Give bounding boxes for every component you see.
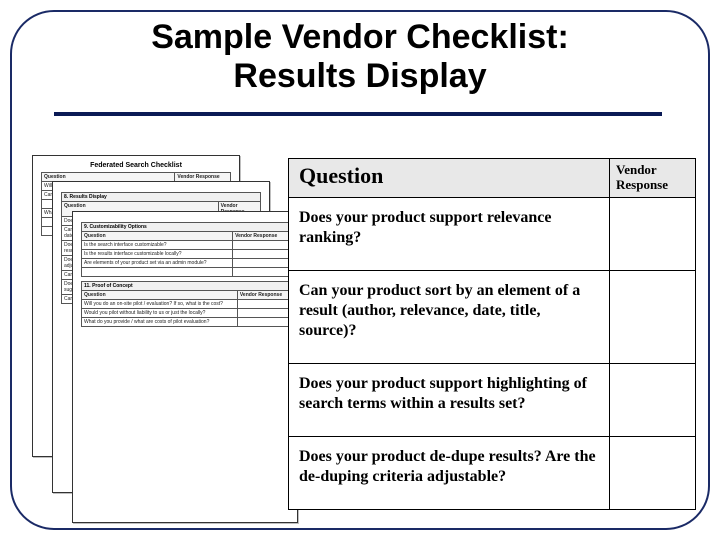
header-question: Question (289, 159, 610, 198)
title-line-2: Results Display (233, 57, 486, 95)
title-underline (54, 112, 662, 116)
front-doc-table-b: QuestionVendor Response Will you do an o… (81, 290, 289, 327)
response-cell (610, 197, 696, 270)
slide-title: Sample Vendor Checklist: Results Display (0, 18, 720, 96)
mid-section-heading: 8. Results Display (61, 192, 261, 201)
table-row: Does your product support relevance rank… (289, 197, 696, 270)
response-cell (610, 436, 696, 509)
question-cell: Does your product de-dupe results? Are t… (289, 436, 610, 509)
table-row: Does your product support highlighting o… (289, 363, 696, 436)
table-row: Can your product sort by an element of a… (289, 270, 696, 363)
response-cell (610, 270, 696, 363)
front-section-a: 9. Customizability Options (81, 222, 289, 231)
checklist-table: Question Vendor Response Does your produ… (288, 158, 696, 510)
document-stack: Federated Search Checklist QuestionVendo… (32, 155, 292, 515)
question-cell: Does your product support highlighting o… (289, 363, 610, 436)
stack-doc-front: 9. Customizability Options QuestionVendo… (72, 211, 298, 523)
front-doc-table-a: QuestionVendor Response Is the search in… (81, 231, 289, 277)
title-line-1: Sample Vendor Checklist: (151, 18, 569, 56)
table-row: Does your product de-dupe results? Are t… (289, 436, 696, 509)
back-doc-title: Federated Search Checklist (41, 162, 231, 169)
response-cell (610, 363, 696, 436)
table-header-row: Question Vendor Response (289, 159, 696, 198)
question-cell: Can your product sort by an element of a… (289, 270, 610, 363)
question-cell: Does your product support relevance rank… (289, 197, 610, 270)
header-response: Vendor Response (610, 159, 696, 198)
checklist-table-wrap: Question Vendor Response Does your produ… (288, 158, 696, 510)
front-section-b: 11. Proof of Concept (81, 281, 289, 290)
